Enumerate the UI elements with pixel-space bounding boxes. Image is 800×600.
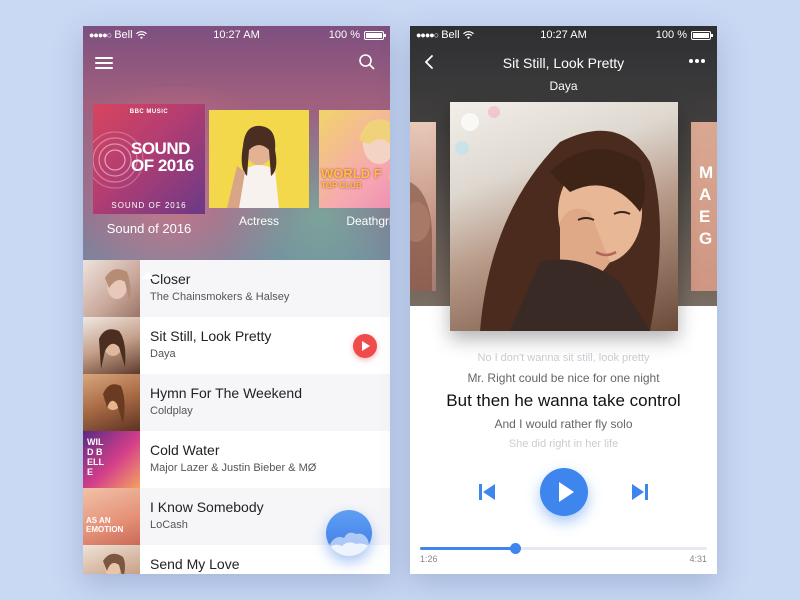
previous-icon[interactable] xyxy=(478,484,496,500)
cloud-icon xyxy=(326,532,372,556)
album-caption: Actress xyxy=(238,214,279,228)
current-lyric-line: But then he wanna take control xyxy=(446,391,681,410)
more-icon[interactable] xyxy=(689,59,705,63)
next-track-cover[interactable]: M A E G xyxy=(691,122,717,291)
album-cover: WORLD F TOP CLUB xyxy=(319,110,390,208)
song-artist: LoCash xyxy=(150,519,188,531)
song-row[interactable]: Sit Still, Look Pretty Daya xyxy=(83,317,390,374)
song-title: Sit Still, Look Pretty xyxy=(150,328,272,344)
album-cover: BBC MUSIC SOUND OF 2016 SOUND OF 2016 xyxy=(93,104,205,214)
song-thumbnail xyxy=(83,545,140,574)
now-playing-screen: ●●●●○ Bell 10:27 AM 100 % Sit Still, Loo… xyxy=(410,26,717,574)
album-brand: BBC MUSIC xyxy=(129,109,169,115)
song-artist: The Chainsmokers & Halsey xyxy=(150,291,290,303)
menu-icon[interactable] xyxy=(95,57,113,69)
song-artist: Daya xyxy=(150,348,176,360)
playback-controls xyxy=(410,468,717,518)
battery-percent: 100 % xyxy=(655,29,687,41)
battery-icon xyxy=(691,30,713,40)
now-playing-artist: Daya xyxy=(549,79,578,93)
featured-albums-carousel[interactable]: BBC MUSIC SOUND OF 2016 SOUND OF 2016 So… xyxy=(83,104,390,274)
lyric-line: No I don't wanna sit still, look pretty xyxy=(477,352,650,364)
lyrics-panel: No I don't wanna sit still, look pretty … xyxy=(410,348,717,454)
library-screen: ●●●●○ Bell 10:27 AM 100 % BBC MUSIC SOUN xyxy=(83,26,390,574)
album-art-title: WORLD F TOP CLUB xyxy=(321,166,382,190)
thumbnail-text: WILD BELLE xyxy=(87,437,104,477)
album-card[interactable]: BBC MUSIC SOUND OF 2016 SOUND OF 2016 So… xyxy=(93,104,205,236)
progress-knob[interactable] xyxy=(509,543,521,554)
play-button[interactable] xyxy=(540,468,588,516)
song-thumbnail xyxy=(83,374,140,431)
lyric-line: She did right in her life xyxy=(508,438,619,450)
now-playing-play-icon[interactable] xyxy=(353,334,377,358)
back-icon[interactable] xyxy=(422,54,436,70)
song-thumbnail: WILD BELLE xyxy=(83,431,140,488)
song-title: Cold Water xyxy=(150,442,220,458)
thumbnail-text: AS AN EMOTION xyxy=(86,516,124,534)
album-cover-portrait xyxy=(359,119,390,180)
album-card[interactable]: WORLD F TOP CLUB Deathgri xyxy=(319,110,390,228)
elapsed-time: 1:26 xyxy=(420,554,438,564)
album-card[interactable]: Actress xyxy=(209,110,309,228)
album-art-subtitle: SOUND OF 2016 xyxy=(111,201,187,210)
album-art-title: SOUND OF 2016 xyxy=(131,139,194,175)
song-thumbnail: AS AN EMOTION xyxy=(83,488,140,545)
album-cover xyxy=(450,102,678,331)
song-row[interactable]: Hymn For The Weekend Coldplay xyxy=(83,374,390,431)
selected-album-indicator xyxy=(141,272,155,279)
status-bar: ●●●●○ Bell 10:27 AM 100 % xyxy=(410,26,717,44)
battery-percent: 100 % xyxy=(328,29,360,41)
album-caption: Deathgri xyxy=(346,214,390,228)
song-row[interactable]: WILD BELLE Cold Water Major Lazer & Just… xyxy=(83,431,390,488)
total-time: 4:31 xyxy=(689,554,707,564)
progress-fill xyxy=(420,547,515,550)
album-cover xyxy=(209,110,309,208)
next-track-cover-text: M A E G xyxy=(699,163,714,248)
search-icon[interactable] xyxy=(358,53,376,71)
song-title: I Know Somebody xyxy=(150,499,264,515)
floating-action-button[interactable] xyxy=(326,510,372,556)
album-caption: Sound of 2016 xyxy=(106,221,192,236)
progress-bar[interactable] xyxy=(420,543,707,554)
album-cover-portrait xyxy=(455,106,660,331)
status-bar: ●●●●○ Bell 10:27 AM 100 % xyxy=(83,26,390,44)
lyric-line: And I would rather fly solo xyxy=(494,417,633,431)
song-title: Send My Love xyxy=(150,556,240,572)
album-cover-portrait xyxy=(227,125,279,208)
now-playing-title: Sit Still, Look Pretty xyxy=(502,55,625,71)
previous-track-cover[interactable] xyxy=(410,122,436,291)
next-icon[interactable] xyxy=(631,484,649,500)
song-artist: Major Lazer & Justin Bieber & MØ xyxy=(150,462,317,474)
song-artist: Coldplay xyxy=(150,405,193,417)
battery-icon xyxy=(364,30,386,40)
song-thumbnail xyxy=(83,317,140,374)
song-title: Hymn For The Weekend xyxy=(150,385,302,401)
lyric-line: Mr. Right could be nice for one night xyxy=(467,371,660,385)
